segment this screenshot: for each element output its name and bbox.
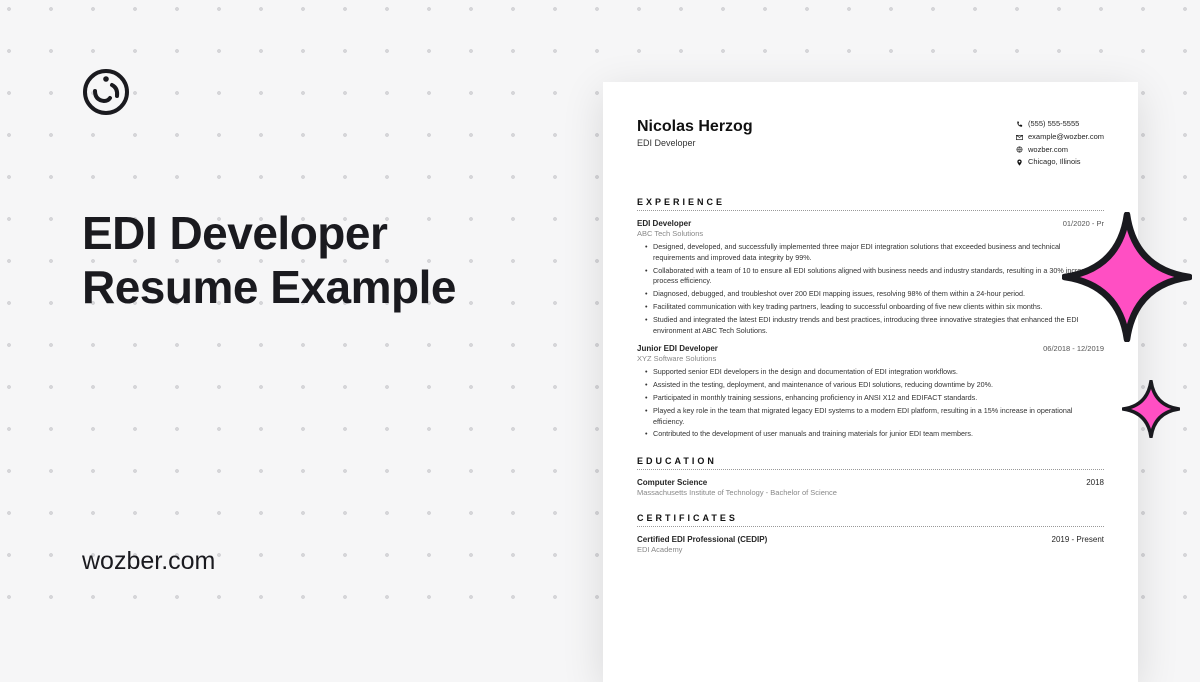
site-label: wozber.com [82, 547, 215, 576]
education-title: Computer Science [637, 478, 707, 487]
bullet: Collaborated with a team of 10 to ensure… [645, 266, 1104, 288]
phone-text: (555) 555-5555 [1028, 118, 1079, 131]
job-head: Junior EDI Developer 06/2018 - 12/2019 [637, 344, 1104, 353]
job-head: EDI Developer 01/2020 - Pr [637, 219, 1104, 228]
job-title: EDI Developer [637, 219, 691, 228]
bullet: Played a key role in the team that migra… [645, 406, 1104, 428]
email-icon [1016, 134, 1023, 141]
location-icon [1016, 159, 1023, 166]
certificates-heading: CERTIFICATES [637, 513, 1104, 527]
certificate-sub: EDI Academy [637, 545, 1104, 554]
title-line-1: EDI Developer [82, 207, 387, 259]
email-text: example@wozber.com [1028, 131, 1104, 144]
title-line-2: Resume Example [82, 261, 456, 313]
job-bullets: Designed, developed, and successfully im… [637, 242, 1104, 336]
sparkle-icon [1122, 380, 1180, 438]
phone-icon [1016, 121, 1023, 128]
experience-heading: EXPERIENCE [637, 197, 1104, 211]
bullet: Supported senior EDI developers in the d… [645, 367, 1104, 378]
bullet: Studied and integrated the latest EDI in… [645, 315, 1104, 337]
sparkle-icon [1062, 212, 1192, 342]
job-block: Junior EDI Developer 06/2018 - 12/2019 X… [637, 344, 1104, 440]
page-title: EDI Developer Resume Example [82, 206, 582, 315]
job-title: Junior EDI Developer [637, 344, 718, 353]
resume-name: Nicolas Herzog [637, 118, 753, 136]
bullet: Assisted in the testing, deployment, and… [645, 380, 1104, 391]
contact-web: wozber.com [1016, 144, 1104, 157]
education-heading: EDUCATION [637, 456, 1104, 470]
contact-email: example@wozber.com [1016, 131, 1104, 144]
bullet: Facilitated communication with key tradi… [645, 302, 1104, 313]
education-year: 2018 [1086, 478, 1104, 487]
job-company: XYZ Software Solutions [637, 354, 1104, 363]
job-bullets: Supported senior EDI developers in the d… [637, 367, 1104, 440]
web-text: wozber.com [1028, 144, 1068, 157]
certificate-date: 2019 - Present [1052, 535, 1104, 544]
web-icon [1016, 146, 1023, 153]
bullet: Participated in monthly training session… [645, 393, 1104, 404]
education-row: Computer Science 2018 [637, 478, 1104, 487]
contact-list: (555) 555-5555 example@wozber.com wozber… [1016, 118, 1104, 169]
job-block: EDI Developer 01/2020 - Pr ABC Tech Solu… [637, 219, 1104, 336]
bullet: Diagnosed, debugged, and troubleshot ove… [645, 289, 1104, 300]
job-date: 06/2018 - 12/2019 [1043, 344, 1104, 353]
education-sub: Massachusetts Institute of Technology - … [637, 488, 1104, 497]
contact-phone: (555) 555-5555 [1016, 118, 1104, 131]
job-company: ABC Tech Solutions [637, 229, 1104, 238]
location-text: Chicago, Illinois [1028, 156, 1081, 169]
wozber-logo-icon [82, 68, 130, 116]
left-panel: EDI Developer Resume Example [82, 68, 582, 315]
bullet: Contributed to the development of user m… [645, 429, 1104, 440]
bullet: Designed, developed, and successfully im… [645, 242, 1104, 264]
contact-location: Chicago, Illinois [1016, 156, 1104, 169]
certificate-row: Certified EDI Professional (CEDIP) 2019 … [637, 535, 1104, 544]
resume-role: EDI Developer [637, 138, 753, 148]
resume-header: Nicolas Herzog EDI Developer (555) 555-5… [637, 118, 1104, 169]
certificate-title: Certified EDI Professional (CEDIP) [637, 535, 767, 544]
identity: Nicolas Herzog EDI Developer [637, 118, 753, 169]
resume-preview: Nicolas Herzog EDI Developer (555) 555-5… [603, 82, 1138, 682]
